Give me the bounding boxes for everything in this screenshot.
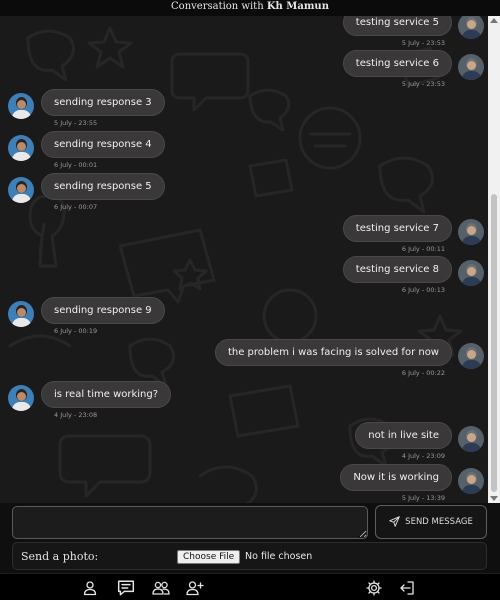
message-timestamp: 6 July - 00:13 — [401, 286, 445, 294]
message-timestamp: 6 July - 00:19 — [54, 327, 98, 335]
message-item: not in live site 4 July - 23:09 — [186, 422, 486, 466]
avatar-part — [12, 194, 31, 203]
avatar-part — [462, 485, 481, 494]
avatar-part — [12, 402, 31, 411]
bottom-nav — [0, 573, 500, 600]
avatar-part — [462, 71, 481, 80]
avatar-part — [462, 443, 481, 452]
message-bubble: the problem i was facing is solved for n… — [214, 339, 452, 366]
avatar-part — [17, 392, 26, 401]
avatar-part — [467, 20, 476, 29]
avatar-part — [467, 433, 476, 442]
photo-upload-row: Send a photo: Choose File No file chosen — [12, 542, 487, 570]
chat-area[interactable]: testing service 55 July - 23:53 testing s… — [0, 16, 500, 503]
message-input[interactable] — [12, 506, 368, 539]
message-bubble: Now it is working — [340, 464, 452, 491]
message-timestamp: 6 July - 00:07 — [54, 203, 98, 211]
scroll-up-arrow-icon[interactable] — [490, 18, 498, 23]
message-timestamp: 4 July - 23:09 — [401, 452, 445, 460]
avatar-part — [462, 30, 481, 39]
message-bubble: testing service 5 — [342, 16, 452, 36]
message-bubble: sending response 4 — [41, 131, 165, 158]
contact-avatar[interactable] — [8, 177, 34, 203]
avatar-part — [462, 277, 481, 286]
message-bubble: sending response 5 — [41, 173, 165, 200]
avatar-part — [467, 267, 476, 276]
avatar-part — [12, 152, 31, 161]
chat-icon[interactable] — [116, 579, 136, 597]
message-item: sending response 4 6 July - 00:01 — [0, 131, 300, 175]
avatar-part — [17, 308, 26, 317]
user-avatar[interactable] — [458, 260, 484, 286]
message-timestamp: 5 July - 23:55 — [54, 119, 98, 127]
user-avatar[interactable] — [458, 426, 484, 452]
photo-label: Send a photo: — [21, 550, 99, 563]
message-timestamp: 5 July - 23:53 — [401, 80, 445, 88]
avatar-part — [462, 360, 481, 369]
message-item: sending response 5 6 July - 00:07 — [0, 173, 300, 217]
conversation-header: Conversation with Kh Mamun — [0, 0, 500, 16]
message-timestamp: 5 July - 13:39 — [401, 494, 445, 502]
contact-avatar[interactable] — [8, 93, 34, 119]
message-timestamp: 6 July - 00:22 — [401, 369, 445, 377]
message-bubble: testing service 6 — [342, 50, 452, 77]
add-user-icon[interactable] — [186, 580, 204, 596]
profile-icon[interactable] — [82, 580, 98, 596]
message-composer: SEND MESSAGE Send a photo: Choose File N… — [0, 503, 500, 573]
message-item: sending response 9 6 July - 00:19 — [0, 297, 300, 341]
header-prefix: Conversation with — [171, 1, 264, 12]
avatar-part — [467, 226, 476, 235]
message-timestamp: 4 July - 23:08 — [54, 411, 98, 419]
message-timestamp: 6 July - 00:01 — [54, 161, 98, 169]
message-bubble: is real time working? — [41, 381, 172, 408]
message-item: testing service 7 6 July - 00:11 — [186, 215, 486, 259]
message-item: testing service 6 5 July - 23:53 — [186, 50, 486, 94]
choose-file-button[interactable]: Choose File — [177, 550, 241, 564]
avatar-part — [17, 142, 26, 151]
scroll-down-arrow-icon[interactable] — [490, 496, 498, 501]
message-item: testing service 5 5 July - 23:53 — [186, 16, 486, 53]
file-status: No file chosen — [245, 551, 313, 562]
avatar-part — [467, 350, 476, 359]
user-avatar[interactable] — [458, 343, 484, 369]
contact-name: Kh Mamun — [266, 1, 329, 12]
users-icon[interactable] — [152, 580, 170, 596]
contact-avatar[interactable] — [8, 135, 34, 161]
avatar-part — [467, 475, 476, 484]
logout-icon[interactable] — [399, 580, 415, 596]
send-message-button[interactable]: SEND MESSAGE — [375, 505, 487, 539]
avatar-part — [467, 61, 476, 70]
send-message-label: SEND MESSAGE — [405, 517, 473, 527]
avatar-part — [17, 100, 26, 109]
message-item: the problem i was facing is solved for n… — [186, 339, 486, 383]
message-bubble: testing service 7 — [342, 215, 452, 242]
avatar-part — [12, 318, 31, 327]
avatar-part — [12, 110, 31, 119]
user-avatar[interactable] — [458, 54, 484, 80]
settings-icon[interactable] — [366, 580, 382, 596]
user-avatar[interactable] — [458, 219, 484, 245]
message-item: testing service 8 6 July - 00:13 — [186, 256, 486, 300]
message-bubble: sending response 9 — [41, 297, 165, 324]
contact-avatar[interactable] — [8, 301, 34, 327]
contact-avatar[interactable] — [8, 385, 34, 411]
message-bubble: not in live site — [355, 422, 452, 449]
avatar-part — [462, 236, 481, 245]
chat-scrollbar[interactable] — [488, 16, 500, 503]
message-item: is real time working? 4 July - 23:08 — [0, 381, 300, 425]
avatar-part — [17, 184, 26, 193]
message-bubble: testing service 8 — [342, 256, 452, 283]
message-item: sending response 3 5 July - 23:55 — [0, 89, 300, 133]
message-bubble: sending response 3 — [41, 89, 165, 116]
user-avatar[interactable] — [458, 16, 484, 39]
message-timestamp: 5 July - 23:53 — [401, 39, 445, 47]
scrollbar-thumb[interactable] — [491, 194, 497, 492]
user-avatar[interactable] — [458, 468, 484, 494]
message-item: Now it is working 5 July - 13:39 — [186, 464, 486, 503]
message-timestamp: 6 July - 00:11 — [401, 245, 445, 253]
send-icon — [389, 516, 400, 527]
